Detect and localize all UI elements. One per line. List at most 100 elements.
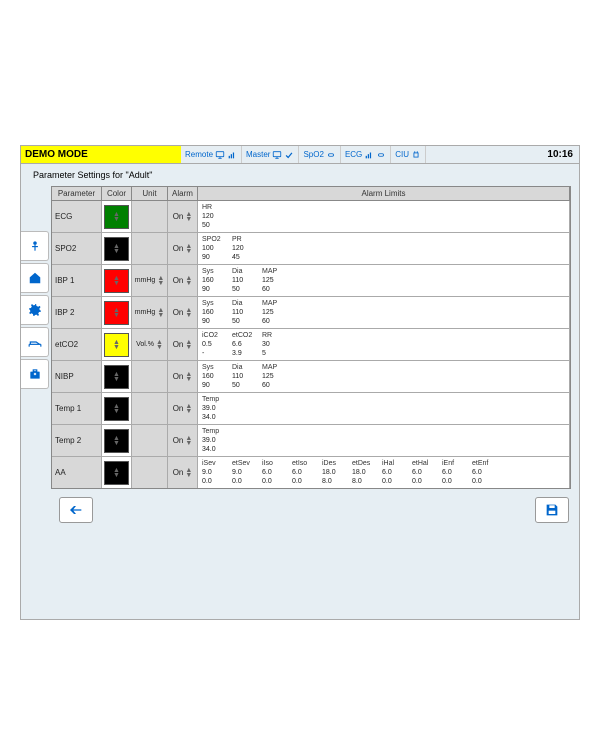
unit-cell[interactable]: mmHg▲▼ [132, 297, 168, 328]
status-label: CIU [395, 150, 409, 159]
limits-cell[interactable]: SPO210090 PR12045 [198, 233, 570, 264]
table-header-row: Parameter Color Unit Alarm Alarm Limits [52, 187, 570, 201]
save-button[interactable] [535, 497, 569, 523]
alarm-toggle[interactable]: On▲▼ [173, 244, 193, 254]
updown-icon: ▲▼ [185, 212, 192, 222]
alarm-toggle[interactable]: On▲▼ [173, 372, 193, 382]
updown-icon: ▲▼ [113, 340, 120, 350]
color-cell[interactable]: ▲▼ [102, 361, 132, 392]
color-cell[interactable]: ▲▼ [102, 329, 132, 360]
limit-column: Dia11050 [232, 299, 254, 326]
status-ecg[interactable]: ECG [341, 146, 391, 163]
arrow-left-icon [68, 502, 84, 518]
status-remote[interactable]: Remote [181, 146, 242, 163]
alarm-cell[interactable]: On▲▼ [168, 265, 198, 296]
limits-cell[interactable]: Temp39.034.0 [198, 393, 570, 424]
color-cell[interactable]: ▲▼ [102, 425, 132, 456]
updown-icon: ▲▼ [113, 276, 120, 286]
clock-label: 10:16 [541, 149, 579, 160]
color-swatch: ▲▼ [104, 205, 129, 229]
unit-selector[interactable]: mmHg▲▼ [135, 308, 165, 318]
alarm-cell[interactable]: On▲▼ [168, 201, 198, 232]
back-button[interactable] [59, 497, 93, 523]
limits-cell[interactable]: HR12050 [198, 201, 570, 232]
monitor-icon [272, 150, 282, 160]
status-label: SpO2 [303, 150, 323, 159]
limits-cell[interactable]: Temp39.034.0 [198, 425, 570, 456]
updown-icon: ▲▼ [157, 308, 164, 318]
updown-icon: ▲▼ [185, 276, 192, 286]
color-cell[interactable]: ▲▼ [102, 265, 132, 296]
header-limits: Alarm Limits [198, 187, 570, 200]
color-cell[interactable]: ▲▼ [102, 297, 132, 328]
unit-cell [132, 457, 168, 488]
updown-icon: ▲▼ [113, 212, 120, 222]
limits-cell[interactable]: Sys16090Dia11050MAP12560 [198, 361, 570, 392]
limits-cell[interactable]: Sys16090Dia11050MAP12560 [198, 265, 570, 296]
limit-column: HR12050 [202, 203, 224, 230]
alarm-toggle[interactable]: On▲▼ [173, 468, 193, 478]
unit-selector[interactable]: mmHg▲▼ [135, 276, 165, 286]
table-row: Temp 1▲▼On▲▼Temp39.034.0 [52, 393, 570, 425]
alarm-cell[interactable]: On▲▼ [168, 425, 198, 456]
color-cell[interactable]: ▲▼ [102, 457, 132, 488]
sidebar-settings-button[interactable] [21, 295, 49, 325]
updown-icon: ▲▼ [113, 372, 120, 382]
alarm-toggle[interactable]: On▲▼ [173, 212, 193, 222]
updown-icon: ▲▼ [185, 468, 192, 478]
limit-column: PR12045 [232, 235, 254, 262]
limit-column: iHal6.00.0 [382, 459, 404, 486]
status-ciu[interactable]: CIU [391, 146, 426, 163]
limit-column: etDes18.08.0 [352, 459, 374, 486]
updown-icon: ▲▼ [156, 340, 163, 350]
limit-column: Dia11050 [232, 267, 254, 294]
alarm-toggle[interactable]: On▲▼ [173, 340, 193, 350]
status-label: Master [246, 150, 270, 159]
sidebar-case-button[interactable] [21, 359, 49, 389]
unit-selector[interactable]: Vol.%▲▼ [136, 340, 163, 350]
status-master[interactable]: Master [242, 146, 299, 163]
sidebar-bed-button[interactable] [21, 327, 49, 357]
alarm-cell[interactable]: On▲▼ [168, 457, 198, 488]
limits-cell[interactable]: iCO20.5-etCO26.63.9RR305 [198, 329, 570, 360]
limit-column: MAP12560 [262, 363, 284, 390]
alarm-cell[interactable]: On▲▼ [168, 361, 198, 392]
limits-cell[interactable]: Sys16090Dia11050MAP12560 [198, 297, 570, 328]
limits-cell[interactable]: iSev9.00.0etSev9.00.0iIso6.00.0etIso6.00… [198, 457, 570, 488]
color-cell[interactable]: ▲▼ [102, 233, 132, 264]
table-row: IBP 2▲▼mmHg▲▼On▲▼Sys16090Dia11050MAP1256… [52, 297, 570, 329]
limit-column: iCO20.5- [202, 331, 224, 358]
table-row: AA▲▼On▲▼iSev9.00.0etSev9.00.0iIso6.00.0e… [52, 457, 570, 488]
alarm-cell[interactable]: On▲▼ [168, 329, 198, 360]
limit-column: SPO210090 [202, 235, 224, 262]
limit-column: Sys16090 [202, 299, 224, 326]
alarm-toggle[interactable]: On▲▼ [173, 404, 193, 414]
alarm-cell[interactable]: On▲▼ [168, 233, 198, 264]
limit-column: etIso6.00.0 [292, 459, 314, 486]
sensor-icon [376, 150, 386, 160]
alarm-cell[interactable]: On▲▼ [168, 297, 198, 328]
limit-column: etSev9.00.0 [232, 459, 254, 486]
updown-icon: ▲▼ [157, 276, 164, 286]
color-cell[interactable]: ▲▼ [102, 201, 132, 232]
main-panel: DEMO MODE Remote Master SpO2 ECG CIU 10:… [20, 145, 580, 620]
header-alarm: Alarm [168, 187, 198, 200]
sidebar-patient-button[interactable] [21, 231, 49, 261]
unit-cell [132, 425, 168, 456]
limit-column: etCO26.63.9 [232, 331, 254, 358]
unit-cell[interactable]: Vol.%▲▼ [132, 329, 168, 360]
status-spo2[interactable]: SpO2 [299, 146, 340, 163]
status-label: ECG [345, 150, 362, 159]
unit-cell[interactable]: mmHg▲▼ [132, 265, 168, 296]
table-row: etCO2▲▼Vol.%▲▼On▲▼iCO20.5-etCO26.63.9RR3… [52, 329, 570, 361]
alarm-cell[interactable]: On▲▼ [168, 393, 198, 424]
alarm-toggle[interactable]: On▲▼ [173, 276, 193, 286]
alarm-toggle[interactable]: On▲▼ [173, 308, 193, 318]
color-cell[interactable]: ▲▼ [102, 393, 132, 424]
sidebar-home-button[interactable] [21, 263, 49, 293]
param-label: SPO2 [52, 233, 102, 264]
alarm-toggle[interactable]: On▲▼ [173, 436, 193, 446]
param-label: IBP 1 [52, 265, 102, 296]
color-swatch: ▲▼ [104, 301, 129, 325]
sensor-icon [326, 150, 336, 160]
